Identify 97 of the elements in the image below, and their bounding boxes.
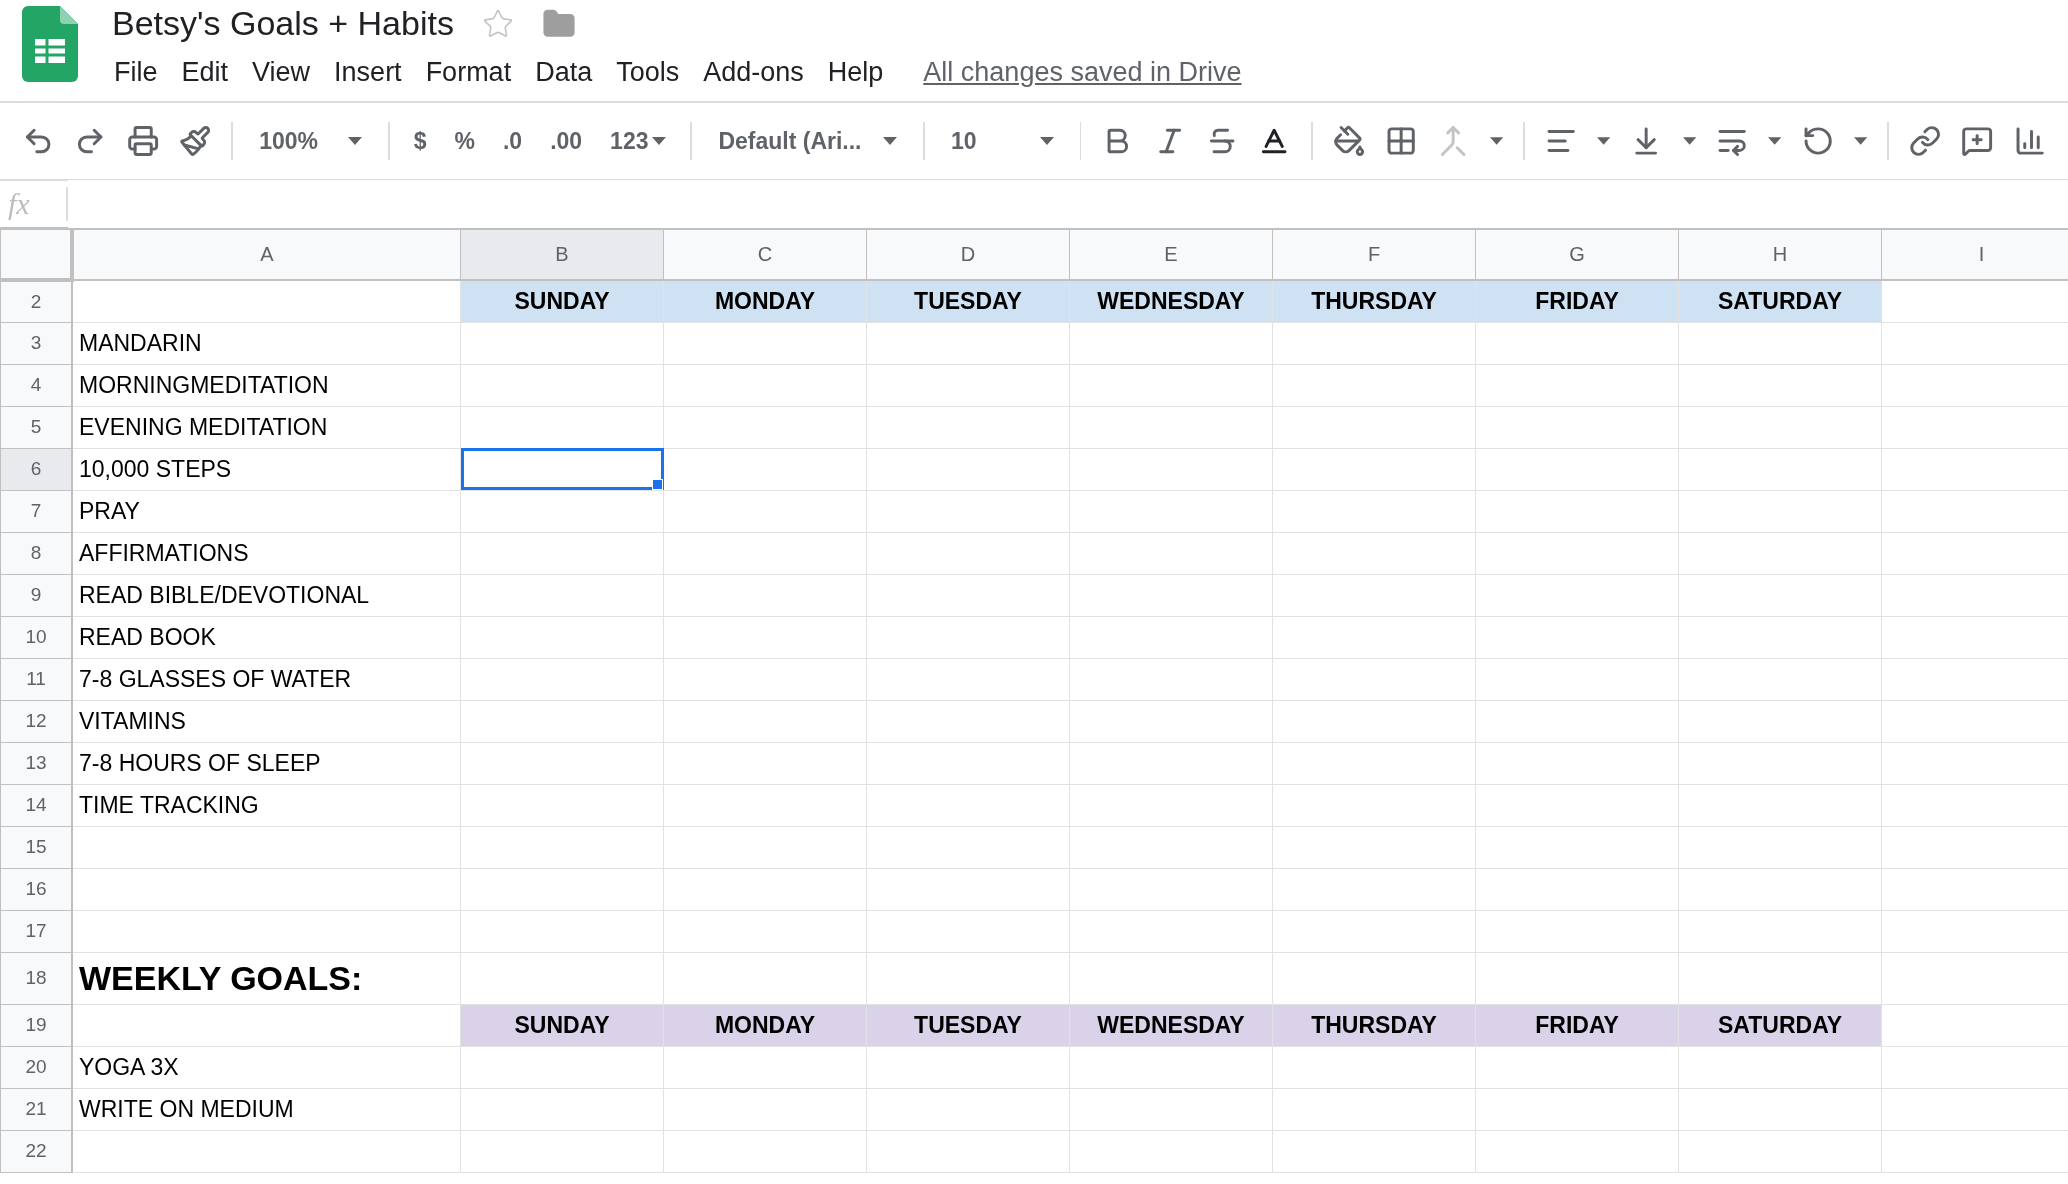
table-cell[interactable]: WEDNESDAY xyxy=(1069,280,1273,322)
column-header[interactable]: A xyxy=(72,229,461,280)
column-header[interactable]: G xyxy=(1475,229,1679,280)
row-header[interactable]: 15 xyxy=(0,826,72,868)
menu-item[interactable]: Help xyxy=(817,55,894,90)
fill-color-icon[interactable] xyxy=(1332,124,1365,158)
row-header[interactable]: 13 xyxy=(0,742,72,784)
table-cell[interactable]: FRIDAY xyxy=(1475,280,1679,322)
caret-icon xyxy=(883,137,898,145)
table-cell[interactable]: PRAY xyxy=(72,490,461,532)
menu-item[interactable]: File xyxy=(104,55,168,90)
link-icon[interactable] xyxy=(1909,124,1942,158)
column-header[interactable]: E xyxy=(1069,229,1273,280)
table-cell[interactable]: WEDNESDAY xyxy=(1069,1004,1273,1046)
number-format-button[interactable]: 123 xyxy=(606,123,671,159)
caret-icon xyxy=(1768,137,1782,145)
column-header[interactable]: H xyxy=(1678,229,1882,280)
row-header[interactable]: 18 xyxy=(0,952,72,1004)
caret-icon xyxy=(1682,137,1696,145)
table-cell[interactable]: EVENING MEDITATION xyxy=(72,406,461,448)
font-dropdown[interactable]: Default (Ari... xyxy=(712,123,904,159)
row-header[interactable]: 17 xyxy=(0,910,72,952)
caret-icon xyxy=(1039,137,1054,145)
table-cell[interactable]: SUNDAY xyxy=(460,1004,664,1046)
table-cell[interactable]: WRITE ON MEDIUM xyxy=(72,1088,461,1130)
table-cell[interactable]: SATURDAY xyxy=(1678,1004,1882,1046)
formula-input[interactable] xyxy=(68,180,2068,228)
row-header[interactable]: 6 xyxy=(0,448,72,490)
table-cell[interactable]: TIME TRACKING xyxy=(72,784,461,826)
menu-item[interactable]: Data xyxy=(525,55,603,90)
row-header[interactable]: 12 xyxy=(0,700,72,742)
table-cell[interactable]: 7-8 HOURS OF SLEEP xyxy=(72,742,461,784)
column-header[interactable]: C xyxy=(663,229,867,280)
table-cell[interactable]: SATURDAY xyxy=(1678,280,1882,322)
row-header[interactable]: 7 xyxy=(0,490,72,532)
table-cell[interactable]: MONDAY xyxy=(663,1004,867,1046)
paint-format-icon[interactable] xyxy=(178,124,212,158)
table-cell[interactable]: READ BIBLE/DEVOTIONAL xyxy=(72,574,461,616)
decrease-decimals-button[interactable]: .0 xyxy=(498,123,527,159)
column-header[interactable]: F xyxy=(1272,229,1476,280)
table-cell[interactable]: MONDAY xyxy=(663,280,867,322)
row-header[interactable]: 9 xyxy=(0,574,72,616)
row-header[interactable]: 10 xyxy=(0,616,72,658)
currency-button[interactable]: $ xyxy=(409,123,431,159)
table-cell[interactable]: FRIDAY xyxy=(1475,1004,1679,1046)
font-size-dropdown[interactable]: 10 xyxy=(944,123,1060,159)
menu-item[interactable]: View xyxy=(242,55,321,90)
caret-icon xyxy=(347,137,362,145)
fill-handle[interactable] xyxy=(652,478,663,490)
table-cell[interactable]: VITAMINS xyxy=(72,700,461,742)
table-cell[interactable]: READ BOOK xyxy=(72,616,461,658)
menu-item[interactable]: Insert xyxy=(324,55,412,90)
spreadsheet-logo-icon[interactable] xyxy=(22,6,78,82)
print-icon[interactable] xyxy=(126,124,159,158)
caret-icon xyxy=(1597,137,1611,145)
row-header[interactable]: 8 xyxy=(0,532,72,574)
row-header[interactable]: 11 xyxy=(0,658,72,700)
document-title[interactable]: Betsy's Goals + Habits xyxy=(112,4,454,43)
row-header[interactable]: 22 xyxy=(0,1130,72,1172)
row-header[interactable]: 4 xyxy=(0,364,72,406)
table-cell[interactable]: AFFIRMATIONS xyxy=(72,532,461,574)
table-cell[interactable]: TUESDAY xyxy=(866,1004,1070,1046)
table-cell[interactable]: THURSDAY xyxy=(1272,280,1476,322)
table-cell[interactable]: MANDARIN xyxy=(72,322,461,364)
caret-icon xyxy=(1853,137,1868,145)
row-header[interactable]: 20 xyxy=(0,1046,72,1088)
save-status-link[interactable]: All changes saved in Drive xyxy=(923,57,1242,88)
row-header[interactable]: 16 xyxy=(0,868,72,910)
increase-decimals-button[interactable]: .00 xyxy=(546,123,587,159)
caret-icon xyxy=(1489,137,1503,145)
row-header[interactable]: 3 xyxy=(0,322,72,364)
zoom-dropdown[interactable]: 100% xyxy=(253,123,368,159)
table-cell[interactable]: YOGA 3X xyxy=(72,1046,461,1088)
table-cell[interactable]: THURSDAY xyxy=(1272,1004,1476,1046)
row-header[interactable]: 14 xyxy=(0,784,72,826)
menu-item[interactable]: Edit xyxy=(171,55,239,90)
table-cell[interactable]: TUESDAY xyxy=(866,280,1070,322)
row-header[interactable]: 19 xyxy=(0,1004,72,1046)
row-header[interactable]: 5 xyxy=(0,406,72,448)
row-header[interactable]: 2 xyxy=(0,280,72,322)
menu-item[interactable]: Tools xyxy=(606,55,690,90)
row-header[interactable]: 21 xyxy=(0,1088,72,1130)
percent-button[interactable]: % xyxy=(450,123,479,159)
menu-item[interactable]: Format xyxy=(415,55,522,90)
comment-icon[interactable] xyxy=(1961,124,1994,158)
table-cell[interactable]: 7-8 GLASSES OF WATER xyxy=(72,658,461,700)
selected-cell[interactable] xyxy=(460,448,664,490)
menu-item[interactable]: Add-ons xyxy=(693,55,814,90)
table-cell[interactable]: WEEKLY GOALS: xyxy=(72,952,461,1004)
star-icon[interactable] xyxy=(481,7,514,40)
table-cell[interactable]: SUNDAY xyxy=(460,280,664,322)
caret-icon xyxy=(652,137,667,145)
column-header[interactable]: I xyxy=(1881,229,2068,280)
table-cell[interactable]: 10,000 STEPS xyxy=(72,448,461,490)
column-header[interactable]: B xyxy=(460,229,664,280)
column-header[interactable]: D xyxy=(866,229,1070,280)
table-cell[interactable]: MORNINGMEDITATION xyxy=(72,364,461,406)
